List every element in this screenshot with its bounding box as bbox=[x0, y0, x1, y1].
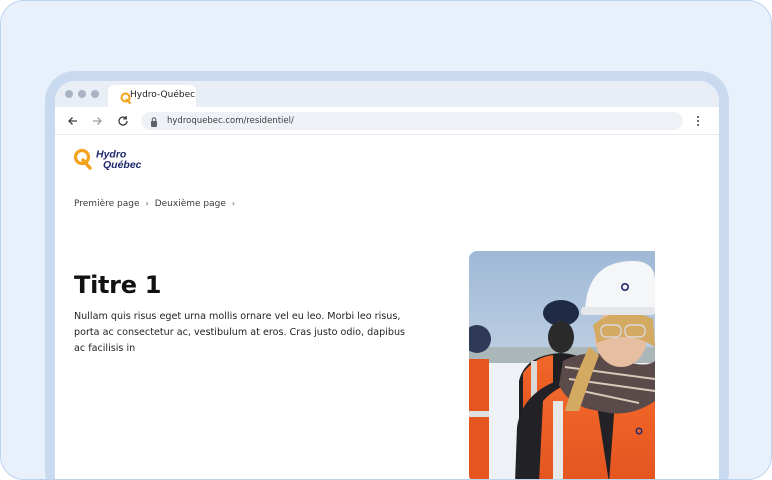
browser-toolbar: hydroquebec.com/residentiel/ bbox=[55, 107, 719, 135]
tab-bar: Hydro-Québec bbox=[55, 81, 719, 107]
chevron-right-icon: › bbox=[231, 199, 236, 208]
logo-text-quebec: Québec bbox=[103, 159, 142, 171]
lock-icon[interactable] bbox=[149, 115, 159, 133]
forward-arrow-icon[interactable] bbox=[89, 113, 105, 129]
more-vert-icon[interactable] bbox=[695, 114, 701, 133]
window-close-dot[interactable] bbox=[65, 90, 73, 98]
hydro-quebec-logo[interactable]: Hydro Québec bbox=[73, 147, 145, 178]
page-description: Nullam quis risus eget urna mollis ornar… bbox=[74, 311, 406, 354]
tab-title: Hydro-Québec bbox=[130, 90, 196, 100]
background-card: Hydro-Québec hydroquebec.com/residentiel… bbox=[0, 0, 772, 480]
browser-tab[interactable]: Hydro-Québec bbox=[108, 85, 196, 107]
page-title: Titre 1 bbox=[74, 271, 162, 299]
window-minimize-dot[interactable] bbox=[78, 90, 86, 98]
breadcrumb-item-premiere[interactable]: Première page bbox=[74, 199, 140, 209]
breadcrumb: Première page › Deuxième page › bbox=[74, 199, 241, 209]
browser-window: Hydro-Québec hydroquebec.com/residentiel… bbox=[55, 81, 719, 479]
hero-photo-workers bbox=[469, 251, 655, 479]
reload-icon[interactable] bbox=[115, 113, 131, 129]
back-arrow-icon[interactable] bbox=[65, 113, 81, 129]
breadcrumb-item-deuxieme[interactable]: Deuxième page bbox=[155, 199, 226, 209]
web-page: Hydro Québec Première page › Deuxième page… bbox=[55, 135, 655, 479]
address-bar[interactable]: hydroquebec.com/residentiel/ bbox=[141, 112, 683, 130]
chevron-right-icon: › bbox=[145, 199, 149, 208]
window-maximize-dot[interactable] bbox=[91, 90, 99, 98]
url-text: hydroquebec.com/residentiel/ bbox=[167, 116, 294, 126]
